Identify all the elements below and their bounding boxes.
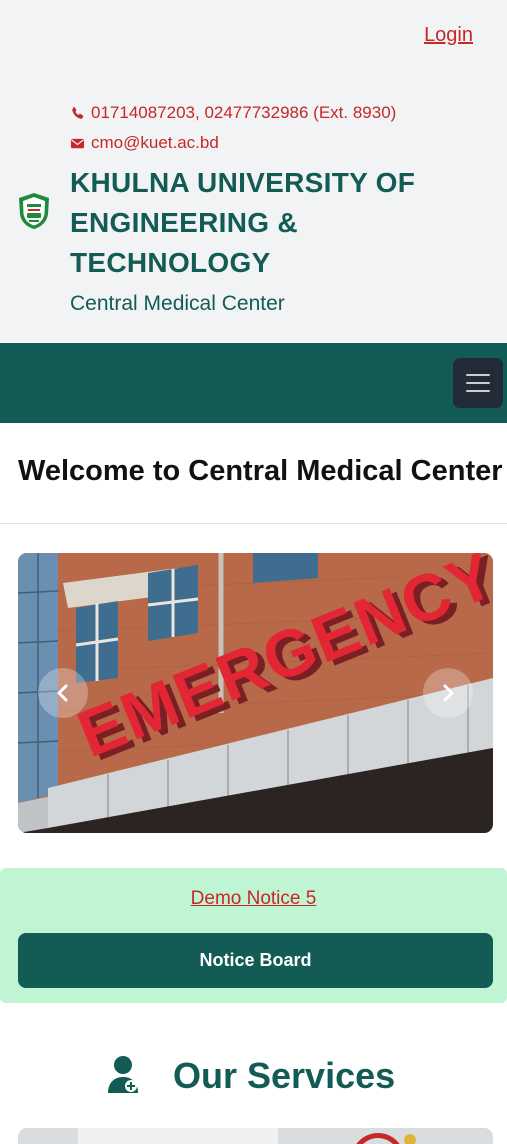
phone-text: 01714087203, 02477732986 (Ext. 8930) — [91, 103, 397, 122]
contact-email: cmo@kuet.ac.bd — [70, 133, 219, 153]
notice-board-button[interactable]: Notice Board — [18, 933, 493, 988]
university-name: KHULNA UNIVERSITY OF ENGINEERING & TECHN… — [70, 167, 416, 278]
main-navbar — [0, 343, 507, 423]
top-header: Login 01714087203, 02477732986 (Ext. 893… — [0, 0, 507, 343]
center-subtitle: Central Medical Center — [70, 292, 285, 315]
welcome-heading: Welcome to Central Medical Center — [18, 455, 503, 487]
envelope-icon — [70, 138, 85, 148]
chevron-left-icon — [57, 684, 68, 702]
latest-notice-link[interactable]: Demo Notice 5 — [0, 888, 507, 910]
email-text: cmo@kuet.ac.bd — [91, 133, 219, 152]
service-image — [18, 1128, 493, 1144]
phone-icon — [72, 106, 84, 119]
service-photo — [18, 1128, 493, 1144]
contact-phone: 01714087203, 02477732986 (Ext. 8930) — [70, 103, 396, 123]
doctor-icon — [108, 1056, 138, 1093]
navbar-toggle-button[interactable] — [453, 358, 503, 408]
hamburger-menu-icon — [466, 390, 490, 392]
services-title: Our Services — [173, 1055, 396, 1096]
carousel-next-button[interactable] — [423, 668, 473, 718]
image-carousel[interactable]: EMERGENCY EMERGENCY — [18, 553, 493, 833]
carousel-prev-button[interactable] — [38, 668, 88, 718]
notice-panel: Demo Notice 5 Notice Board — [0, 868, 507, 1003]
login-link[interactable]: Login — [424, 24, 473, 47]
hamburger-menu-icon — [466, 382, 490, 384]
chevron-right-icon — [443, 684, 454, 702]
emergency-building-image: EMERGENCY EMERGENCY — [18, 553, 493, 833]
divider — [0, 523, 507, 524]
university-logo-icon[interactable] — [17, 192, 51, 230]
hamburger-menu-icon — [466, 374, 490, 376]
